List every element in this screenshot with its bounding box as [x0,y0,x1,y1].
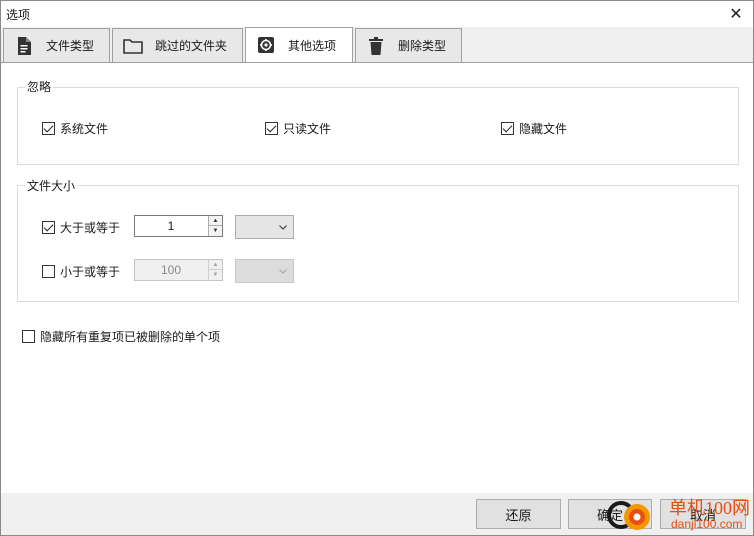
watermark-line2: danji100.com [671,517,743,531]
ignore-group [17,87,739,165]
tab-bar: 文件类型 跳过的文件夹 其他选项 删除类型 [1,27,753,63]
stepper-up-icon[interactable]: ▲ [208,216,222,226]
min-size-value[interactable]: 1 [135,216,207,236]
file-size-group [17,185,739,302]
trash-icon [366,36,386,56]
tab-divider [1,62,753,63]
stepper-up-icon[interactable]: ▲ [208,260,222,270]
tab-delete-types[interactable]: 删除类型 [355,28,462,62]
system-files-checkbox[interactable]: 系统文件 [42,120,108,137]
readonly-files-checkbox[interactable]: 只读文件 [265,120,331,137]
folder-icon [123,36,143,56]
max-size-unit-dropdown[interactable] [235,259,294,283]
tab-content: 忽略 系统文件 只读文件 隐藏文件 文件大小 大于或等于 1 ▲ ▼ 小于或等于… [1,63,753,493]
max-size-stepper[interactable]: 100 ▲ ▼ [134,259,223,281]
tab-label: 删除类型 [398,39,447,53]
tab-other-options[interactable]: 其他选项 [245,27,353,62]
checkbox-box[interactable] [265,122,278,135]
tab-label: 跳过的文件夹 [155,39,228,53]
max-size-value[interactable]: 100 [135,260,207,280]
checkbox-label: 系统文件 [60,122,109,136]
chevron-down-icon [279,269,287,274]
tab-label: 文件类型 [46,39,95,53]
restore-button[interactable]: 还原 [476,499,561,529]
checkbox-box[interactable] [22,330,35,343]
tab-skipped-folders[interactable]: 跳过的文件夹 [112,28,243,62]
checkbox-label: 大于或等于 [60,221,121,235]
ignore-group-title: 忽略 [25,78,54,95]
checkbox-box[interactable] [42,265,55,278]
window-title: 选项 [6,8,31,22]
stepper-down-icon[interactable]: ▼ [208,226,222,236]
min-size-unit-dropdown[interactable] [235,215,294,239]
checkbox-box[interactable] [42,221,55,234]
chevron-down-icon [279,225,287,230]
tab-file-types[interactable]: 文件类型 [3,28,110,62]
checkbox-label: 小于或等于 [60,265,121,279]
stepper-down-icon[interactable]: ▼ [208,270,222,280]
checkbox-label: 隐藏所有重复项已被删除的单个项 [40,330,221,344]
checkbox-label: 隐藏文件 [519,122,568,136]
hide-single-items-checkbox[interactable]: 隐藏所有重复项已被删除的单个项 [22,328,220,345]
checkbox-box[interactable] [501,122,514,135]
options-dialog: 选项 ✕ 文件类型 跳过的文件夹 其他选项 删除类型 忽略 系统文件 只读文件 … [0,0,754,536]
checkbox-label: 只读文件 [283,122,332,136]
file-size-group-title: 文件大小 [25,177,78,194]
checkbox-box[interactable] [42,122,55,135]
watermark-logo-icon [607,501,650,530]
close-icon[interactable]: ✕ [719,1,753,27]
gear-icon [256,35,276,55]
hidden-files-checkbox[interactable]: 隐藏文件 [501,120,567,137]
min-size-checkbox[interactable]: 大于或等于 [42,219,120,236]
max-size-checkbox[interactable]: 小于或等于 [42,263,120,280]
min-size-stepper[interactable]: 1 ▲ ▼ [134,215,223,237]
tab-label: 其他选项 [288,38,337,53]
document-icon [14,36,34,56]
title-bar: 选项 ✕ [1,1,753,27]
watermark: 单机100网 danji100.com [607,493,754,536]
